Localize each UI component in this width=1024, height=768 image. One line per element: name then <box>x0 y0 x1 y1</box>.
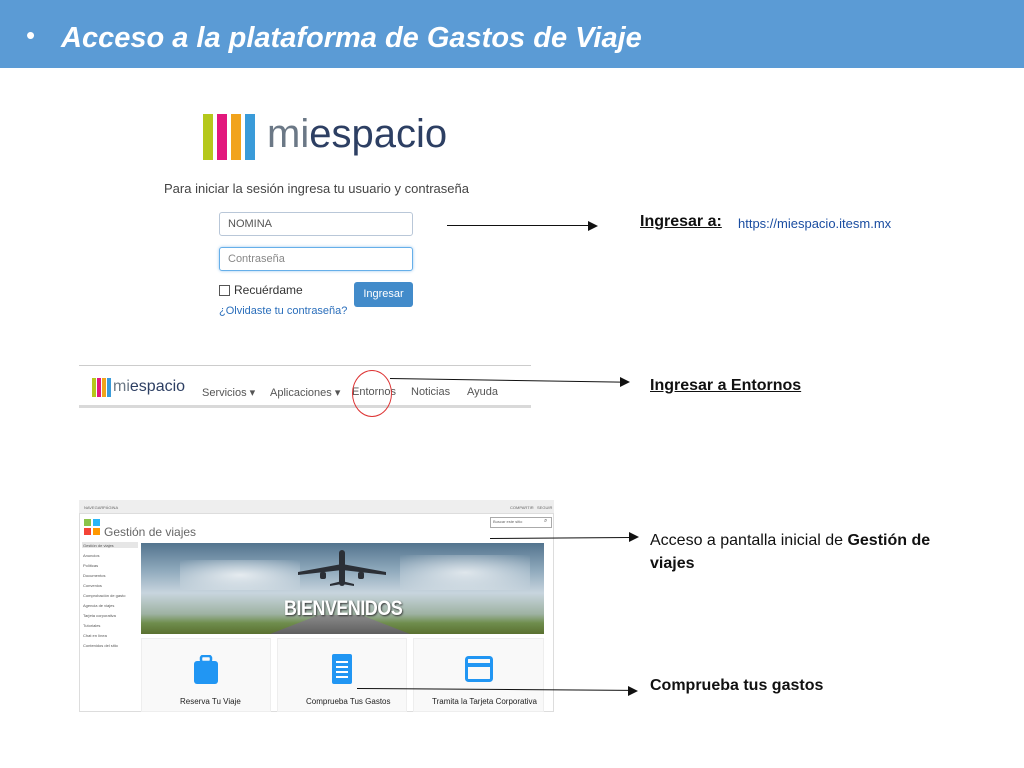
arrow-line <box>490 537 631 539</box>
entornos-label: Ingresar a Entornos <box>650 377 802 394</box>
nav-logo-mi: mi <box>113 378 130 395</box>
gv-sidebar-item[interactable]: Comprobación de gasto <box>83 593 125 598</box>
title-bullet: • <box>26 20 36 50</box>
arrow-head-icon <box>620 377 630 387</box>
gv-top-seguir[interactable]: SEGUIR <box>537 505 552 510</box>
gv-sidebar-item[interactable]: Documentos <box>83 573 105 578</box>
nav-logo-icon <box>92 378 112 397</box>
nav-logo-espacio: espacio <box>129 378 186 395</box>
logo-espacio: espacio <box>309 112 448 156</box>
gv-top-bar <box>79 500 554 514</box>
remember-checkbox[interactable] <box>219 285 230 296</box>
forgot-password-link[interactable]: ¿Olvidaste tu contraseña? <box>219 305 347 317</box>
gv-sidebar-item[interactable]: Tutoriales <box>83 623 100 628</box>
nav-logo-text: miespacio <box>113 378 185 396</box>
gv-site-title: Gestión de viajes <box>104 525 197 539</box>
search-icon[interactable]: ⌕ <box>544 518 547 525</box>
gv-sidebar-item[interactable]: Políticas <box>83 563 98 568</box>
arrow-line <box>447 225 589 226</box>
gv-search-placeholder: Buscar este sitio <box>493 519 523 524</box>
gv-sidebar-item[interactable]: Tarjeta corporativa <box>83 613 116 618</box>
credit-card-icon <box>465 656 493 682</box>
username-field[interactable]: NOMINA <box>219 212 413 236</box>
nav-item-ayuda[interactable]: Ayuda <box>467 386 498 398</box>
logo-mi: mi <box>267 112 310 156</box>
nav-item-servicios[interactable]: Servicios ▾ <box>202 386 255 399</box>
remember-label: Recuérdame <box>234 283 303 297</box>
nav-item-noticias[interactable]: Noticias <box>411 386 450 398</box>
miespacio-logo-icon <box>203 114 263 160</box>
password-field[interactable]: Contraseña <box>219 247 413 271</box>
tile-label-comprueba: Comprueba Tus Gastos <box>306 697 391 706</box>
tile-label-tarjeta: Tramita la Tarjeta Corporativa <box>432 697 537 706</box>
miespacio-logo-text: miespacio <box>267 112 447 157</box>
receipt-icon <box>332 654 352 684</box>
gestion-label: Acceso a pantalla inicial de Gestión de … <box>650 529 970 575</box>
arrow-head-icon <box>628 686 638 696</box>
entornos-highlight-circle <box>352 370 392 417</box>
tile-label-reserva: Reserva Tu Viaje <box>180 697 241 706</box>
arrow-head-icon <box>588 221 598 231</box>
ingresar-a-label: Ingresar a: <box>640 213 722 230</box>
gv-sidebar-item[interactable]: Anuncios <box>83 553 99 558</box>
arrow-head-icon <box>629 532 639 542</box>
login-submit-button[interactable]: Ingresar <box>354 282 413 307</box>
gv-top-navegar[interactable]: NAVEGAR <box>84 505 103 510</box>
gestion-label-prefix: Acceso a pantalla inicial de <box>650 532 848 549</box>
miespacio-url[interactable]: https://miespacio.itesm.mx <box>738 216 891 231</box>
gv-top-pagina[interactable]: PÁGINA <box>103 505 118 510</box>
gv-top-compartir[interactable]: COMPARTIR <box>510 505 534 510</box>
hero-cloud <box>400 555 530 590</box>
gv-sidebar-item[interactable]: Contenidos del sitio <box>83 643 118 648</box>
nav-item-aplicaciones[interactable]: Aplicaciones ▾ <box>270 386 340 399</box>
comprueba-label: Comprueba tus gastos <box>650 677 824 694</box>
gv-sidebar-item[interactable]: Gestión de viajes <box>83 543 114 548</box>
gv-logo-icon <box>84 519 101 536</box>
gv-sidebar-item[interactable]: Chat en línea <box>83 633 107 638</box>
slide-title: Acceso a la plataforma de Gastos de Viaj… <box>61 22 642 54</box>
gv-sidebar-item[interactable]: Agencia de viajes <box>83 603 114 608</box>
suitcase-icon <box>194 655 218 684</box>
hero-cloud <box>180 560 300 590</box>
hero-welcome-text: BIENVENIDOS <box>284 597 403 620</box>
login-instruction: Para iniciar la sesión ingresa tu usuari… <box>164 181 469 196</box>
airplane-icon <box>298 550 386 586</box>
gv-sidebar-item[interactable]: Convenios <box>83 583 102 588</box>
